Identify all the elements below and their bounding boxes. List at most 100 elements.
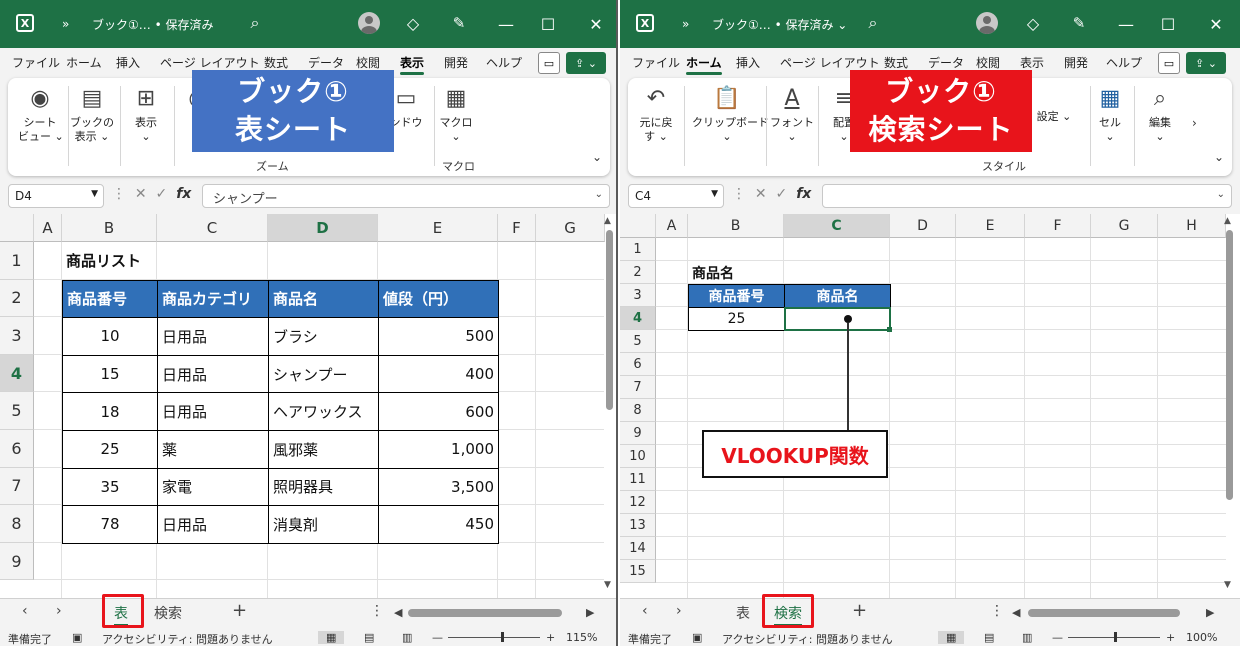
chevron-down-icon[interactable]: ▼ (91, 189, 98, 199)
pen-icon[interactable]: ✎ (448, 12, 470, 34)
table-cell[interactable]: 3,500 (378, 467, 499, 507)
conditional-setting-button[interactable]: 設定 ⌄ (1032, 110, 1076, 124)
next-sheet-icon[interactable]: › (676, 603, 682, 619)
search-icon[interactable]: ⌕ (862, 12, 884, 34)
page-break-view-icon[interactable]: ▥ (402, 631, 412, 644)
scroll-right-icon[interactable]: ▶ (586, 606, 594, 619)
column-header[interactable]: B (688, 214, 784, 238)
product-name-cell-selected[interactable] (784, 307, 891, 331)
row-header[interactable]: 1 (0, 242, 34, 280)
table-cell[interactable]: 日用品 (157, 392, 269, 431)
share-button[interactable]: ⇪ ⌄ (566, 52, 606, 74)
show-button[interactable]: ⊞ 表示 ⌄ (124, 84, 168, 144)
accessibility-status[interactable]: アクセシビリティ: 問題ありません (722, 631, 893, 646)
table-cell[interactable]: 家電 (157, 467, 269, 507)
table-cell[interactable]: 消臭剤 (268, 505, 379, 544)
row-header[interactable]: 9 (0, 542, 34, 581)
name-box[interactable]: D4 ▼ (8, 184, 104, 208)
close-button[interactable]: ✕ (1196, 0, 1236, 48)
chevron-down-icon[interactable]: ⌄ (595, 189, 603, 200)
font-button[interactable]: A フォント ⌄ (770, 84, 814, 144)
zoom-slider[interactable] (448, 637, 540, 638)
scroll-down-icon[interactable]: ▼ (604, 580, 611, 590)
maximize-button[interactable]: ☐ (528, 0, 568, 48)
minimize-button[interactable]: — (486, 0, 526, 48)
collapse-ribbon-icon[interactable]: ⌄ (1214, 150, 1224, 164)
tab-view[interactable]: 表示 (1020, 54, 1044, 71)
tab-review[interactable]: 校閲 (976, 54, 1000, 71)
formula-input[interactable]: シャンプー ⌄ (202, 184, 610, 208)
row-header[interactable]: 1 (620, 238, 656, 261)
minimize-button[interactable]: — (1106, 0, 1146, 48)
prev-sheet-icon[interactable]: ‹ (642, 603, 648, 619)
column-header[interactable]: H (1158, 214, 1226, 238)
cancel-icon[interactable]: ✕ (755, 186, 767, 202)
column-header[interactable]: D (890, 214, 956, 238)
table-cell[interactable]: 照明器具 (268, 467, 379, 507)
zoom-out-icon[interactable]: — (1052, 631, 1063, 644)
pen-icon[interactable]: ✎ (1068, 12, 1090, 34)
table-cell[interactable]: 風邪薬 (268, 430, 379, 469)
table-cell[interactable]: 500 (378, 317, 499, 356)
table-cell[interactable]: 日用品 (157, 354, 269, 394)
add-sheet-icon[interactable]: + (852, 600, 867, 621)
maximize-button[interactable]: ☐ (1148, 0, 1188, 48)
row-header[interactable]: 7 (0, 467, 34, 506)
scroll-up-icon[interactable]: ▲ (604, 216, 611, 226)
zoom-in-icon[interactable]: + (546, 631, 555, 644)
table-cell[interactable]: 35 (62, 467, 158, 507)
vertical-scrollbar[interactable] (606, 230, 613, 410)
tab-home[interactable]: ホーム (66, 54, 102, 71)
spreadsheet-grid[interactable]: A B C D E F G H 1 2 3 4 5 6 7 8 9 10 11 12 13 14 15 商品名 商品番号 商品名 2… (620, 214, 1240, 598)
zoom-slider-thumb[interactable] (501, 632, 505, 642)
table-cell[interactable]: 1,000 (378, 430, 499, 469)
editing-button[interactable]: ⌕ 編集 ⌄ (1138, 84, 1182, 144)
row-header[interactable]: 13 (620, 514, 656, 537)
scroll-right-icon[interactable]: ▶ (1206, 606, 1214, 619)
column-header[interactable]: B (62, 214, 157, 242)
tab-data[interactable]: データ (308, 54, 344, 71)
horizontal-scrollbar[interactable] (1028, 609, 1180, 617)
sheet-tab-search[interactable]: 検索 (154, 603, 182, 623)
share-button[interactable]: ⇪ ⌄ (1186, 52, 1226, 74)
macro-record-icon[interactable]: ▣ (72, 631, 82, 644)
add-sheet-icon[interactable]: + (232, 600, 247, 621)
tab-developer[interactable]: 開発 (444, 54, 468, 71)
row-header[interactable]: 5 (0, 392, 34, 430)
normal-view-icon[interactable]: ▦ (938, 631, 965, 644)
scroll-up-icon[interactable]: ▲ (1224, 216, 1231, 226)
scroll-ribbon-right-icon[interactable]: › (1192, 116, 1197, 130)
comment-button[interactable]: ▭ (538, 52, 560, 74)
tab-help[interactable]: ヘルプ (1106, 54, 1142, 71)
zoom-in-icon[interactable]: + (1166, 631, 1175, 644)
row-header[interactable]: 2 (0, 279, 34, 318)
row-header[interactable]: 3 (0, 317, 34, 355)
diamond-icon[interactable]: ◇ (1022, 12, 1044, 34)
row-header[interactable]: 8 (620, 399, 656, 422)
cancel-icon[interactable]: ✕ (135, 186, 147, 202)
table-cell[interactable]: 日用品 (157, 505, 269, 544)
scroll-down-icon[interactable]: ▼ (1224, 580, 1231, 590)
row-header[interactable]: 9 (620, 422, 656, 445)
tab-file[interactable]: ファイル (632, 54, 680, 71)
horizontal-scrollbar[interactable] (408, 609, 562, 617)
column-header[interactable]: G (536, 214, 605, 242)
fill-handle[interactable] (887, 327, 892, 332)
row-header[interactable]: 8 (0, 505, 34, 543)
column-header[interactable]: F (1025, 214, 1091, 238)
table-cell[interactable]: 薬 (157, 430, 269, 469)
column-header[interactable]: C (157, 214, 268, 242)
table-cell[interactable]: 15 (62, 354, 158, 394)
tab-data[interactable]: データ (928, 54, 964, 71)
next-sheet-icon[interactable]: › (56, 603, 62, 619)
row-header[interactable]: 4 (0, 354, 34, 393)
cells-button[interactable]: ▦ セル ⌄ (1088, 84, 1132, 144)
table-header-cell[interactable]: 商品番号 (62, 279, 158, 319)
macro-record-icon[interactable]: ▣ (692, 631, 702, 644)
table-header-cell[interactable]: 値段（円） (378, 279, 499, 319)
tab-insert[interactable]: 挿入 (116, 54, 140, 71)
more-icon[interactable]: ⋮ (112, 186, 126, 202)
sheet-view-button[interactable]: ◉ シート ビュー ⌄ (18, 84, 64, 144)
enter-icon[interactable]: ✓ (776, 186, 788, 202)
document-title[interactable]: ブック①… • 保存済み ⌄ (712, 0, 847, 48)
